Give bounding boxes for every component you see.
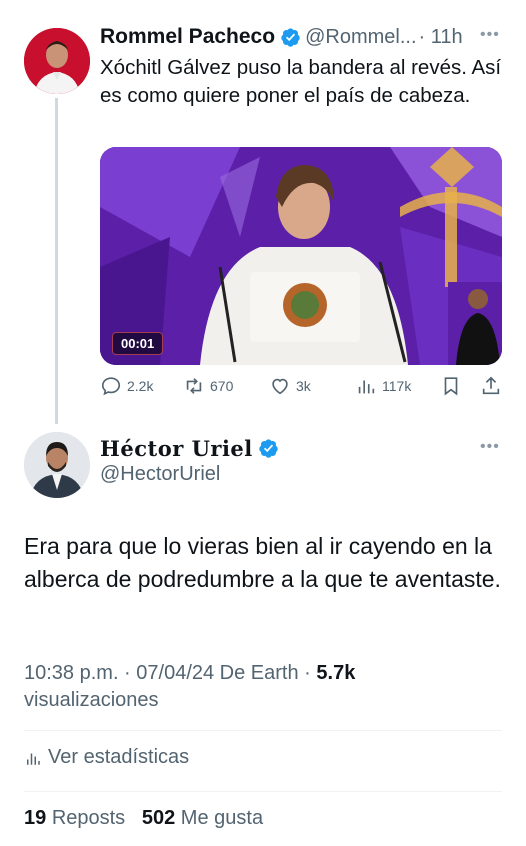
tweet2-text: Era para que lo vieras bien al ir cayend… xyxy=(24,533,501,592)
tweet2-views-label: visualizaciones xyxy=(24,689,159,711)
divider xyxy=(24,791,502,792)
tweet2-name-row: Héctor Uriel xyxy=(100,436,283,461)
tweet1-header: Rommel Pacheco @Rommel... · 11h xyxy=(100,24,510,50)
thread-connector-line xyxy=(55,98,58,424)
divider xyxy=(24,730,502,731)
reply-count: 2.2k xyxy=(127,378,154,394)
avatar-hector-uriel[interactable] xyxy=(24,432,90,498)
analytics-icon xyxy=(27,753,40,765)
share-icon xyxy=(482,376,500,395)
likes-label: Me gusta xyxy=(180,807,264,829)
verified-badge-icon xyxy=(259,439,278,458)
heart-icon xyxy=(272,378,288,395)
reposts-link[interactable]: 19 Reposts xyxy=(24,807,125,829)
repost-button[interactable]: 670 xyxy=(183,375,233,397)
video-timer: 00:01 xyxy=(112,332,164,355)
likes-link[interactable]: 502 Me gusta xyxy=(142,807,263,829)
more-options-icon[interactable]: ••• xyxy=(480,438,500,456)
tweet2-meta: 10:38 p.m. · 07/04/24 De Earth · 5.7k vi… xyxy=(24,660,504,714)
tweet2-timestamp[interactable]: 10:38 p.m. · 07/04/24 De Earth · xyxy=(24,662,311,684)
repost-icon xyxy=(186,378,202,394)
views-button[interactable]: 117k xyxy=(355,375,411,397)
tweet2-engagement: 19 Reposts 502 Me gusta xyxy=(24,807,263,830)
view-stats-link[interactable]: Ver estadísticas xyxy=(24,746,189,769)
tweet1-video[interactable]: 00:01 xyxy=(100,147,502,365)
view-stats-label: Ver estadísticas xyxy=(48,746,190,768)
more-options-icon[interactable]: ••• xyxy=(480,26,500,44)
tweet2-handle[interactable]: @HectorUriel xyxy=(100,463,220,486)
views-count: 117k xyxy=(382,378,412,394)
reply-button[interactable]: 2.2k xyxy=(100,375,153,397)
reposts-label: Reposts xyxy=(51,807,126,829)
tweet1-handle[interactable]: @Rommel... xyxy=(305,26,416,49)
reply-icon xyxy=(101,377,121,396)
tweet1-actions: 2.2k 670 3k 117k xyxy=(100,375,502,401)
tweet1-text: Xóchitl Gálvez puso la bandera al revés.… xyxy=(100,56,502,107)
tweet1-time[interactable]: · 11h xyxy=(419,26,463,49)
repost-count: 670 xyxy=(210,378,234,394)
reposts-count: 19 xyxy=(24,807,47,829)
like-count: 3k xyxy=(296,378,311,394)
likes-count: 502 xyxy=(141,807,176,829)
bookmark-button[interactable] xyxy=(440,375,467,397)
avatar-rommel-pacheco[interactable] xyxy=(24,28,90,94)
tweet1-author-name[interactable]: Rommel Pacheco xyxy=(100,25,275,49)
verified-badge-icon xyxy=(281,27,300,47)
share-button[interactable] xyxy=(480,375,507,397)
analytics-icon xyxy=(358,380,375,394)
tweet2-views-count: 5.7k xyxy=(316,662,356,684)
tweet2-author-name[interactable]: Héctor Uriel xyxy=(100,436,253,461)
bookmark-icon xyxy=(444,377,458,396)
like-button[interactable]: 3k xyxy=(269,375,311,397)
